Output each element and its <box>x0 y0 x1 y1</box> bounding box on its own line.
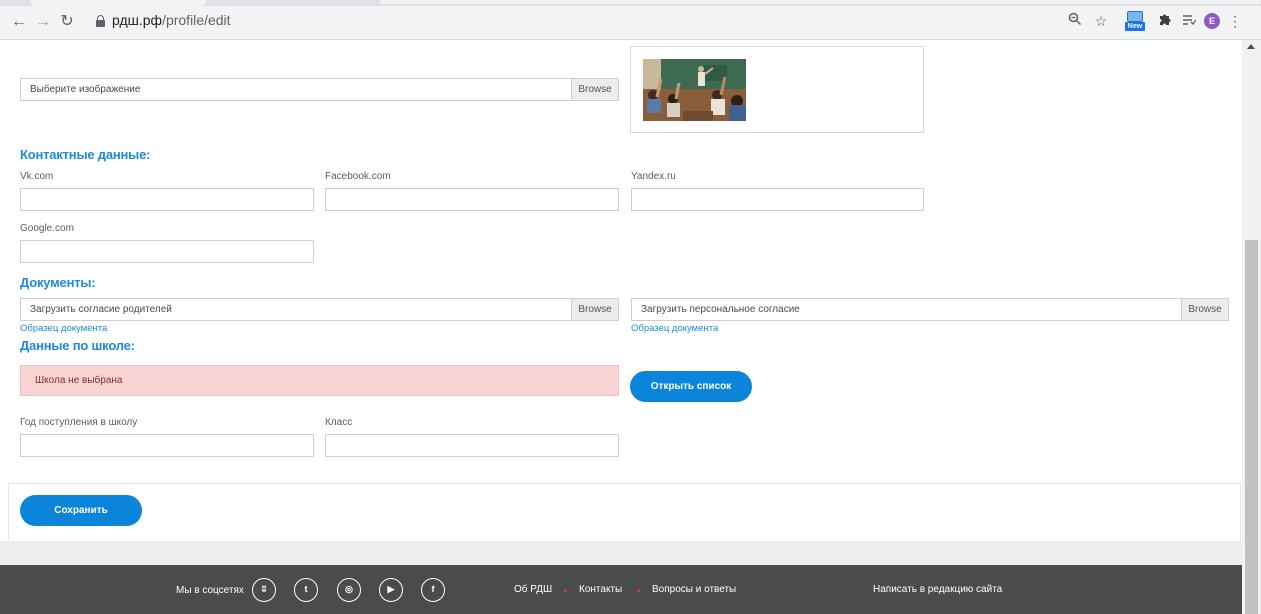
school-year-label: Год поступления в школу <box>20 417 138 428</box>
profile-image-preview <box>630 46 924 133</box>
browser-toolbar: ← → ↻ рдш.рф/profile/edit ☆ New E ⋮ <box>0 0 1261 40</box>
vk-input[interactable] <box>20 188 314 211</box>
inactive-tab[interactable] <box>380 0 1260 4</box>
back-arrow-icon[interactable]: ← <box>10 13 28 31</box>
scroll-up-arrow-icon[interactable] <box>1247 44 1255 49</box>
twitter-icon[interactable]: t <box>294 578 318 602</box>
tab-strip <box>0 0 1261 6</box>
parents-consent-placeholder: Загрузить согласие родителей <box>30 304 172 315</box>
image-browse-button[interactable]: Browse <box>571 79 618 100</box>
yandex-input[interactable] <box>631 188 924 211</box>
class-label: Класс <box>325 417 353 428</box>
lock-icon <box>96 15 105 27</box>
parents-consent-file-input[interactable]: Загрузить согласие родителей Browse <box>20 298 619 321</box>
class-input[interactable] <box>325 434 619 457</box>
documents-section-title: Документы: <box>20 275 96 290</box>
extensions-puzzle-icon[interactable] <box>1156 12 1174 30</box>
facebook-label: Facebook.com <box>325 171 391 182</box>
url-host: рдш.рф <box>112 12 163 28</box>
personal-consent-sample-link[interactable]: Образец документа <box>631 323 718 334</box>
url-text[interactable]: рдш.рф/profile/edit <box>112 12 231 28</box>
facebook-input[interactable] <box>325 188 619 211</box>
footer-separator-dot <box>564 589 567 592</box>
save-button[interactable]: Сохранить <box>20 495 142 526</box>
footer-link-about[interactable]: Об РДШ <box>514 584 552 595</box>
vk-icon[interactable]: ʬ <box>252 578 276 602</box>
screenshot-extension-icon[interactable]: New <box>1124 10 1146 32</box>
yandex-label: Yandex.ru <box>631 171 676 182</box>
parents-consent-sample-link[interactable]: Образец документа <box>20 323 107 334</box>
save-panel <box>8 483 1241 541</box>
school-not-selected-text: Школа не выбрана <box>35 375 123 386</box>
url-path: /profile/edit <box>162 12 231 28</box>
scroll-thumb[interactable] <box>1245 240 1258 614</box>
profile-edit-page: Выберите изображение Browse Контактные д… <box>0 40 1242 614</box>
open-school-list-button[interactable]: Открыть список <box>630 371 752 402</box>
social-label: Мы в соцсетях <box>176 585 244 596</box>
site-footer: Мы в соцсетях ʬ t ◎ ▶ f Об РДШ Контакты … <box>0 565 1242 614</box>
instagram-icon[interactable]: ◎ <box>337 578 361 602</box>
personal-consent-placeholder: Загрузить персональное согласие <box>641 304 800 315</box>
school-not-selected-alert: Школа не выбрана <box>20 365 619 396</box>
school-year-input[interactable] <box>20 434 314 457</box>
personal-consent-browse-button[interactable]: Browse <box>1181 299 1228 320</box>
reading-list-icon[interactable] <box>1180 12 1198 30</box>
reload-icon[interactable]: ↻ <box>58 13 76 31</box>
page-scrollbar[interactable] <box>1242 40 1261 614</box>
personal-consent-file-input[interactable]: Загрузить персональное согласие Browse <box>631 298 1229 321</box>
profile-avatar[interactable]: E <box>1204 13 1220 29</box>
forward-arrow-icon[interactable]: → <box>34 13 52 31</box>
contacts-section-title: Контактные данные: <box>20 147 151 162</box>
facebook-icon[interactable]: f <box>421 578 445 602</box>
image-file-input[interactable]: Выберите изображение Browse <box>20 78 619 101</box>
youtube-icon[interactable]: ▶ <box>379 578 403 602</box>
menu-kebab-icon[interactable]: ⋮ <box>1226 12 1244 30</box>
vk-label: Vk.com <box>20 171 54 182</box>
address-bar[interactable] <box>90 10 1090 36</box>
image-file-placeholder: Выберите изображение <box>30 84 141 95</box>
zoom-icon[interactable] <box>1066 12 1084 30</box>
footer-link-contacts[interactable]: Контакты <box>579 584 622 595</box>
footer-link-faq[interactable]: Вопросы и ответы <box>652 584 736 595</box>
google-input[interactable] <box>20 240 314 263</box>
google-label: Google.com <box>20 223 74 234</box>
extension-new-badge: New <box>1125 22 1145 31</box>
footer-separator-dot <box>637 589 640 592</box>
page-gap <box>0 541 1242 565</box>
active-tab[interactable] <box>30 0 206 6</box>
footer-link-write-editor[interactable]: Написать в редакцию сайта <box>873 584 1002 595</box>
school-section-title: Данные по школе: <box>20 338 135 353</box>
bookmark-star-icon[interactable]: ☆ <box>1092 12 1110 30</box>
profile-photo <box>643 59 746 121</box>
parents-consent-browse-button[interactable]: Browse <box>571 299 618 320</box>
